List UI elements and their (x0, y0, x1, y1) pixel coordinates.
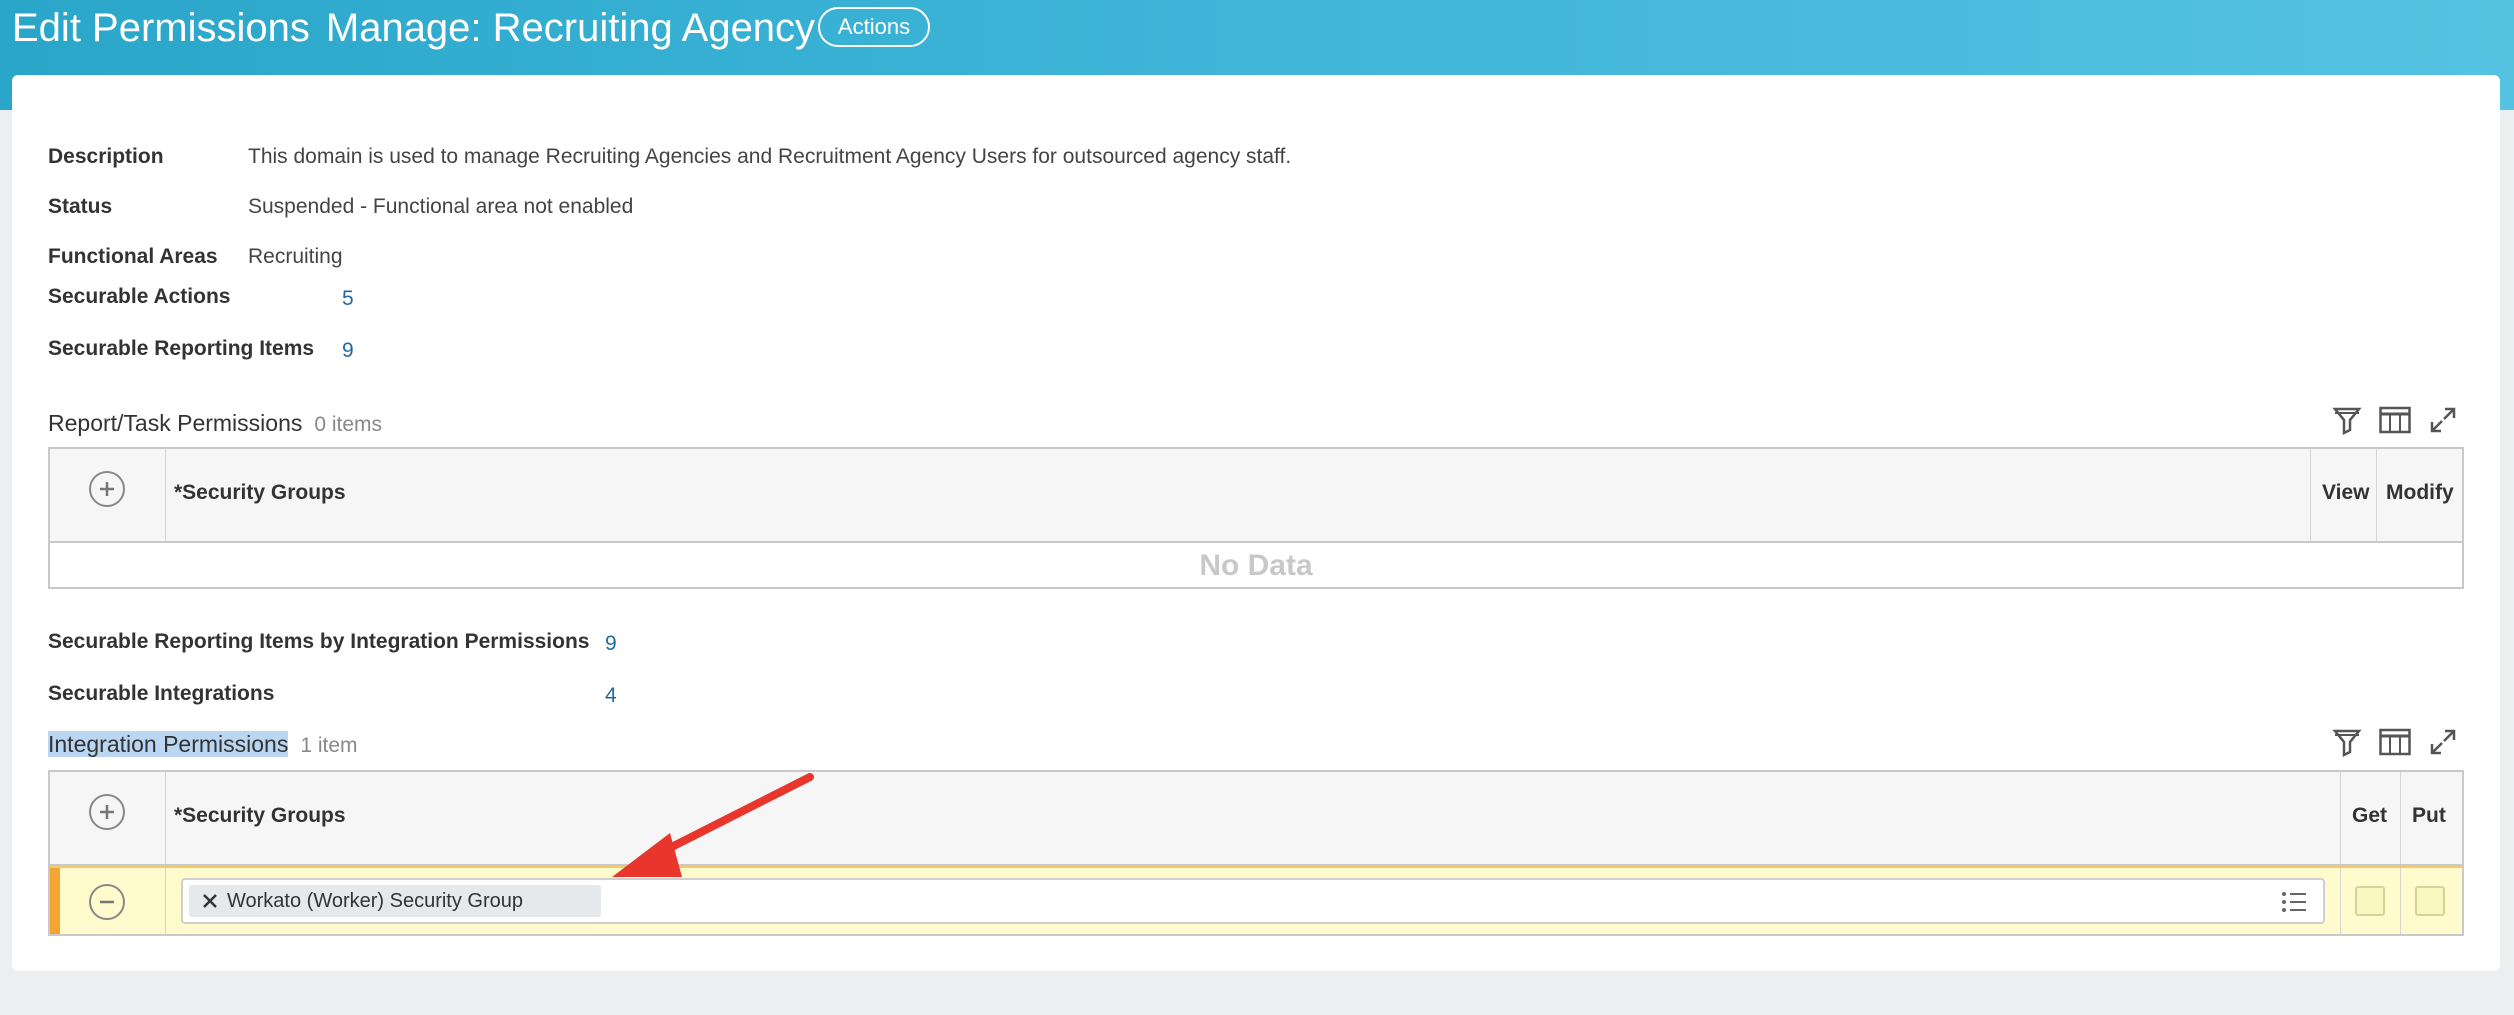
securable-actions-count-link[interactable]: 5 (342, 287, 354, 311)
integration-permissions-heading: Integration Permissions (48, 731, 289, 757)
security-group-name: Workato (Worker) Security Group (227, 889, 524, 912)
add-row-icon[interactable] (89, 471, 125, 507)
integration-permissions-title: Integration Permissions 1 item (48, 731, 358, 758)
report-task-toolbar (2330, 403, 2460, 437)
integration-permissions-grid: *Security Groups Get Put Workato (Worker… (48, 770, 2464, 936)
grid-divider (2340, 772, 2341, 864)
grid-divider (2340, 868, 2341, 934)
report-task-permissions-title: Report/Task Permissions 0 items (48, 410, 382, 437)
add-row-icon[interactable] (89, 794, 125, 830)
page-title-object: Manage: Recruiting Agency (325, 6, 816, 50)
grid-divider (165, 868, 166, 934)
clear-icon[interactable] (201, 892, 219, 910)
description-value: This domain is used to manage Recruiting… (248, 145, 1292, 168)
row-selection-accent (50, 868, 60, 934)
description-label: Description (48, 145, 164, 168)
col-put[interactable]: Put (2412, 804, 2446, 828)
page-title: Edit Permissions Manage: Recruiting Agenc… (12, 4, 831, 52)
col-security-groups[interactable]: *Security Groups (174, 481, 346, 505)
grid-divider (2400, 868, 2401, 934)
securable-reporting-items-label: Securable Reporting Items (48, 337, 315, 360)
report-task-permissions-grid: *Security Groups View Modify No Data (48, 447, 2464, 589)
arrow-annotation (612, 773, 814, 877)
status-value: Suspended - Functional area not enabled (248, 195, 634, 218)
columns-icon[interactable] (2378, 403, 2412, 437)
functional-areas-label: Functional Areas (48, 245, 218, 268)
put-checkbox[interactable] (2415, 886, 2445, 916)
securable-integrations-label: Securable Integrations (48, 682, 275, 705)
selected-security-group: Workato (Worker) Security Group (189, 885, 601, 917)
col-modify[interactable]: Modify (2386, 481, 2454, 505)
securable-integrations-count-link[interactable]: 4 (605, 684, 617, 708)
securable-reporting-items-integration-label: Securable Reporting Items by Integration… (48, 630, 590, 653)
securable-reporting-items-integration-count-link[interactable]: 9 (605, 632, 617, 656)
table-row: Workato (Worker) Security Group (50, 866, 2462, 934)
security-group-prompt[interactable]: Workato (Worker) Security Group (181, 878, 2325, 924)
permissions-card: Description This domain is used to manag… (12, 75, 2500, 971)
integration-toolbar (2330, 725, 2460, 759)
columns-icon[interactable] (2378, 725, 2412, 759)
col-get[interactable]: Get (2352, 804, 2387, 828)
filter-icon[interactable] (2330, 725, 2364, 759)
col-security-groups[interactable]: *Security Groups (174, 804, 346, 828)
page-title-action: Edit Permissions (12, 6, 310, 50)
report-task-grid-header: *Security Groups View Modify (50, 449, 2462, 543)
report-task-permissions-heading: Report/Task Permissions (48, 410, 303, 436)
expand-icon[interactable] (2426, 725, 2460, 759)
functional-areas-value: Recruiting (248, 245, 343, 268)
report-task-permissions-count: 0 items (314, 413, 383, 436)
grid-divider (165, 449, 166, 541)
grid-divider (165, 772, 166, 864)
grid-divider (2310, 449, 2311, 541)
status-label: Status (48, 195, 113, 218)
integration-grid-header: *Security Groups Get Put (50, 772, 2462, 866)
get-checkbox[interactable] (2355, 886, 2385, 916)
list-icon[interactable] (2281, 891, 2307, 913)
grid-divider (2376, 449, 2377, 541)
securable-reporting-items-count-link[interactable]: 9 (342, 339, 354, 363)
actions-button[interactable]: Actions (818, 7, 930, 47)
col-view[interactable]: View (2322, 481, 2369, 505)
filter-icon[interactable] (2330, 403, 2364, 437)
remove-row-icon[interactable] (89, 884, 125, 920)
grid-divider (2400, 772, 2401, 864)
expand-icon[interactable] (2426, 403, 2460, 437)
no-data-message: No Data (1199, 549, 1313, 582)
securable-actions-label: Securable Actions (48, 285, 231, 308)
integration-permissions-count: 1 item (300, 734, 358, 757)
